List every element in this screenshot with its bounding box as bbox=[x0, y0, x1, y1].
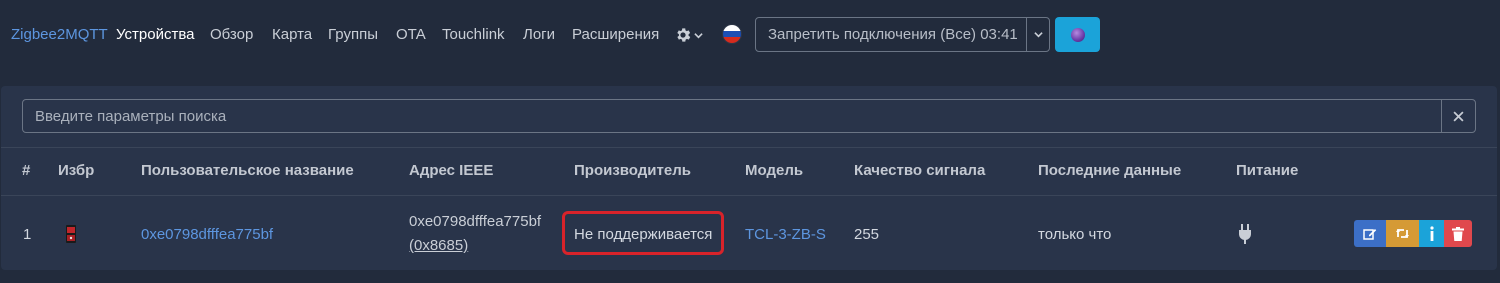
row-divider bbox=[1, 195, 1497, 196]
device-manufacturer: Не поддерживается bbox=[574, 226, 713, 243]
navbar: Zigbee2MQTT Устройства Обзор Карта Групп… bbox=[0, 0, 1500, 70]
clear-search-button[interactable] bbox=[1441, 99, 1476, 133]
device-ieee-address: 0xe0798dfffea775bf bbox=[409, 213, 542, 230]
chevron-down-icon bbox=[1033, 32, 1043, 38]
theme-toggle-button[interactable] bbox=[1055, 17, 1100, 52]
info-icon bbox=[1429, 226, 1434, 241]
nav-map[interactable]: Карта bbox=[272, 26, 312, 43]
trash-icon bbox=[1452, 226, 1464, 241]
retweet-icon bbox=[1396, 229, 1409, 238]
column-header-index[interactable]: # bbox=[22, 162, 30, 179]
device-friendly-name-link[interactable]: 0xe0798dfffea775bf bbox=[141, 226, 273, 243]
device-lqi: 255 bbox=[854, 226, 880, 243]
column-header-last-seen[interactable]: Последние данные bbox=[1038, 162, 1181, 179]
theme-orb-icon bbox=[1070, 27, 1085, 42]
device-image bbox=[66, 225, 76, 243]
column-header-ieee[interactable]: Адрес IEEE bbox=[409, 162, 493, 179]
search-input[interactable]: Введите параметры поиска bbox=[22, 99, 1442, 133]
permit-join-dropdown[interactable] bbox=[1026, 17, 1050, 52]
column-header-friendly-name[interactable]: Пользовательское название bbox=[141, 162, 354, 179]
row-index: 1 bbox=[23, 226, 32, 243]
edit-button[interactable] bbox=[1354, 220, 1386, 247]
nav-ota[interactable]: OTA bbox=[396, 26, 426, 43]
nav-groups[interactable]: Группы bbox=[328, 26, 378, 43]
row-actions bbox=[1354, 220, 1472, 247]
column-header-manufacturer[interactable]: Производитель bbox=[574, 162, 691, 179]
search-placeholder: Введите параметры поиска bbox=[35, 107, 227, 125]
edit-icon bbox=[1363, 228, 1377, 240]
settings-dropdown[interactable] bbox=[674, 24, 706, 46]
plug-icon bbox=[1239, 224, 1251, 244]
gear-icon bbox=[677, 28, 691, 42]
device-last-seen: только что bbox=[1038, 226, 1112, 243]
nav-devices[interactable]: Устройства bbox=[116, 26, 194, 43]
device-network-address[interactable]: (0x8685) bbox=[409, 237, 468, 254]
nav-extensions[interactable]: Расширения bbox=[572, 26, 659, 43]
permit-join-label: Запретить подключения (Все) 03:41 bbox=[768, 26, 1018, 43]
rename-button[interactable] bbox=[1386, 220, 1419, 247]
column-header-model[interactable]: Модель bbox=[745, 162, 803, 179]
russia-flag-icon[interactable] bbox=[722, 24, 742, 44]
device-model-link[interactable]: TCL-3-ZB-S bbox=[745, 226, 826, 243]
delete-button[interactable] bbox=[1444, 220, 1472, 247]
chevron-down-icon bbox=[694, 32, 703, 38]
column-header-favorite[interactable]: Избр bbox=[58, 162, 94, 179]
info-button[interactable] bbox=[1419, 220, 1444, 247]
column-header-lqi[interactable]: Качество сигнала bbox=[854, 162, 985, 179]
permit-join-button[interactable]: Запретить подключения (Все) 03:41 bbox=[755, 17, 1027, 52]
header-divider bbox=[1, 147, 1497, 148]
nav-logs[interactable]: Логи bbox=[523, 26, 555, 43]
close-icon bbox=[1453, 110, 1464, 122]
nav-touchlink[interactable]: Touchlink bbox=[442, 26, 505, 43]
brand-link[interactable]: Zigbee2MQTT bbox=[11, 26, 108, 43]
nav-dashboard[interactable]: Обзор bbox=[210, 26, 253, 43]
column-header-power[interactable]: Питание bbox=[1236, 162, 1298, 179]
